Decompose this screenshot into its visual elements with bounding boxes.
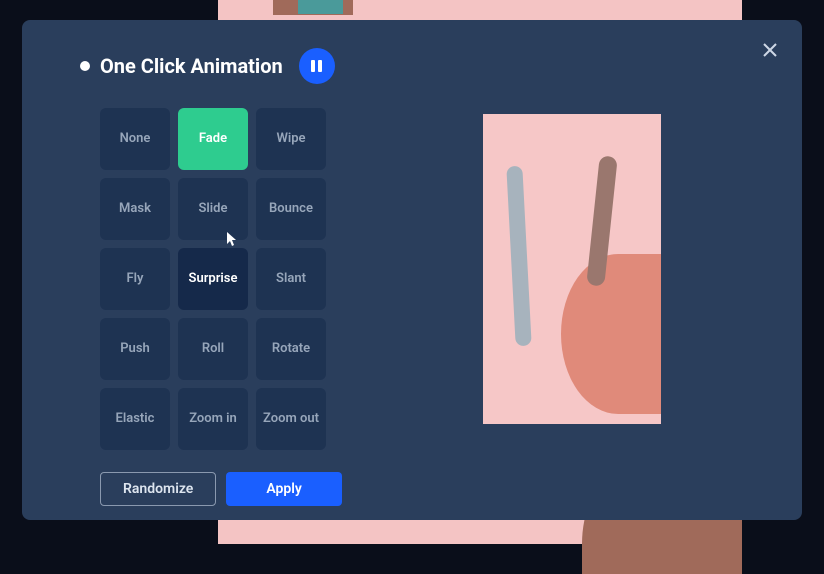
bg-shape	[298, 0, 343, 14]
animation-option[interactable]: Rotate	[256, 318, 326, 380]
randomize-button[interactable]: Randomize	[100, 472, 216, 506]
animation-option[interactable]: Push	[100, 318, 170, 380]
animation-option[interactable]: Surprise	[178, 248, 248, 310]
preview-shape	[561, 254, 661, 414]
animation-option[interactable]: Zoom out	[256, 388, 326, 450]
modal-title: One Click Animation	[100, 54, 283, 78]
preview-area	[372, 108, 772, 506]
animation-option[interactable]: Fly	[100, 248, 170, 310]
animation-option[interactable]: Bounce	[256, 178, 326, 240]
animation-option[interactable]: Slide	[178, 178, 248, 240]
animation-option[interactable]: Mask	[100, 178, 170, 240]
title-bullet-icon	[80, 61, 90, 71]
animation-option[interactable]: Fade	[178, 108, 248, 170]
animation-option[interactable]: Slant	[256, 248, 326, 310]
preview-shape	[506, 166, 531, 347]
close-icon	[762, 42, 778, 58]
modal-footer: Randomize Apply	[100, 472, 332, 506]
animation-option[interactable]: Roll	[178, 318, 248, 380]
animation-option[interactable]: Zoom in	[178, 388, 248, 450]
pause-icon	[311, 60, 322, 72]
modal-content: NoneFadeWipe MaskSlideBounce FlySurpriseSl…	[52, 108, 772, 506]
animation-option[interactable]: None	[100, 108, 170, 170]
animation-option[interactable]: Wipe	[256, 108, 326, 170]
apply-button[interactable]: Apply	[226, 472, 342, 506]
animation-option[interactable]: Elastic	[100, 388, 170, 450]
preview-canvas	[483, 114, 661, 424]
modal-header: One Click Animation	[52, 48, 772, 84]
animation-grid: NoneFadeWipe MaskSlideBounce FlySurpriseSl…	[100, 108, 332, 450]
close-button[interactable]	[758, 38, 782, 62]
pause-button[interactable]	[299, 48, 335, 84]
animation-modal: One Click Animation NoneFadeWipe MaskSlid…	[22, 20, 802, 520]
